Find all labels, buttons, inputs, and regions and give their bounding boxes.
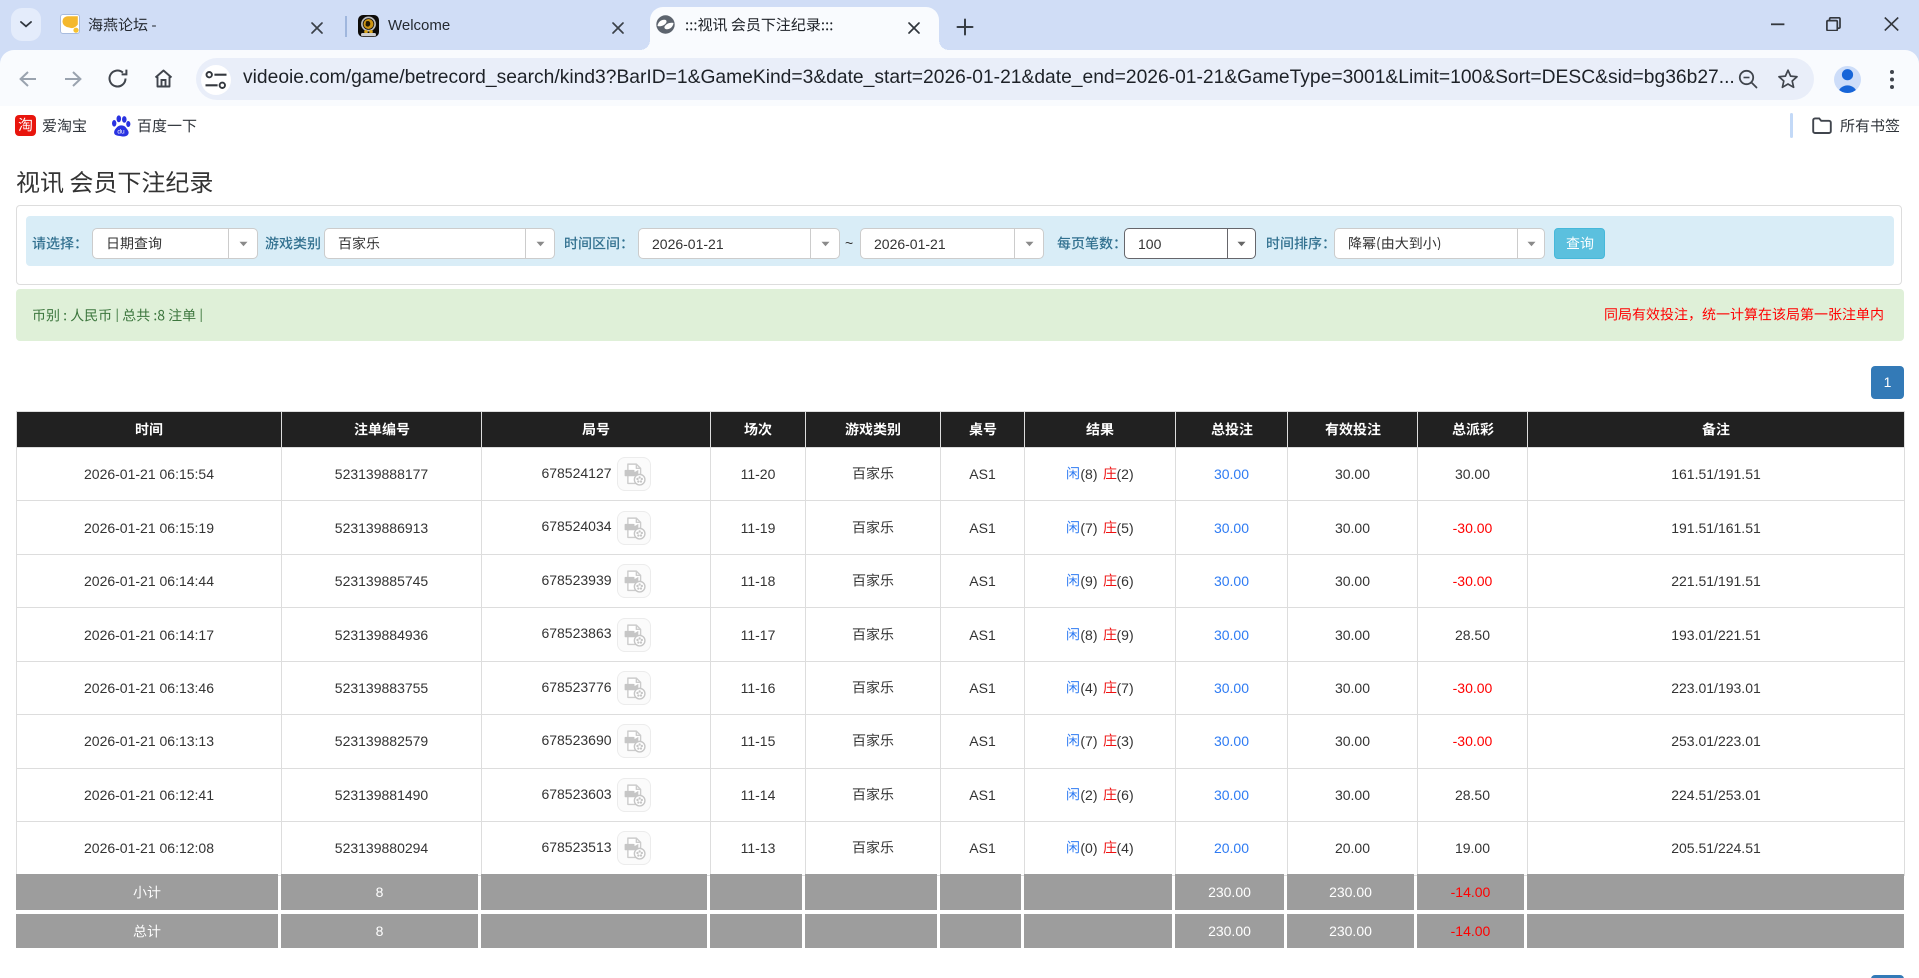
svg-text:du: du [117,129,125,136]
